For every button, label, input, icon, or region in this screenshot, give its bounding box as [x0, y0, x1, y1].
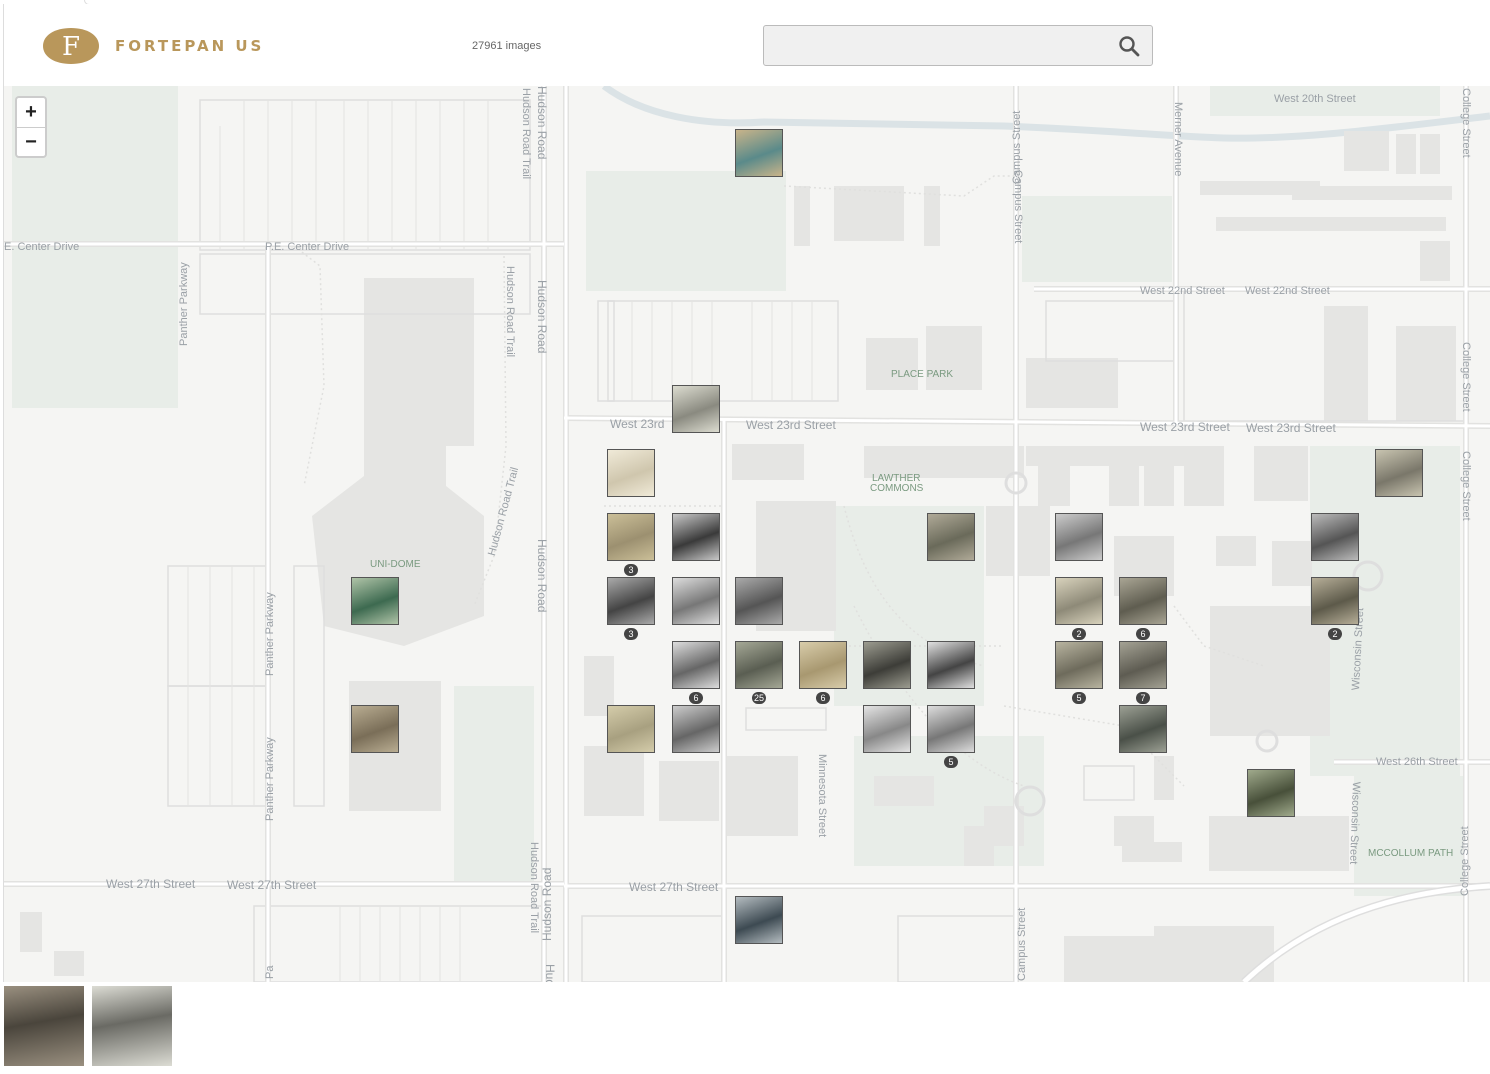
- street-label: West 27th Street: [227, 878, 317, 892]
- search-box[interactable]: [763, 25, 1153, 66]
- zoom-out-button[interactable]: −: [17, 128, 45, 157]
- street-label: P.E. Center Drive: [265, 241, 350, 253]
- photo-marker[interactable]: 7: [1119, 641, 1167, 704]
- photo-count-badge: 3: [624, 564, 638, 576]
- street-label: Panther Parkway: [264, 737, 276, 821]
- photo-marker[interactable]: [1055, 513, 1103, 561]
- photo-marker[interactable]: [735, 129, 783, 177]
- photo-marker[interactable]: 6: [799, 641, 847, 704]
- photo-marker[interactable]: [735, 577, 783, 625]
- photo-marker[interactable]: [863, 705, 911, 753]
- photo-count-badge: 6: [1136, 628, 1150, 640]
- photo-count-badge: 5: [944, 756, 958, 768]
- thumbnail-strip: [4, 986, 172, 1066]
- photo-count-badge: 2: [1328, 628, 1342, 640]
- street-label: College Street: [1460, 88, 1472, 158]
- street-label: E. Center Drive: [4, 241, 80, 253]
- street-label: West 26th Street: [1376, 756, 1458, 768]
- photo-count-badge: 7: [1136, 692, 1150, 704]
- photo-count-badge: 5: [1072, 692, 1086, 704]
- photo-marker[interactable]: 6: [1119, 577, 1167, 640]
- photo-marker[interactable]: [1311, 513, 1359, 561]
- logo-letter: F: [62, 32, 80, 62]
- header: F FORTEPAN US 27961 images: [4, 4, 1490, 86]
- street-label: West 23rd Street: [1246, 421, 1336, 435]
- street-label: West 23rd Street: [746, 418, 836, 432]
- logo-icon: F: [43, 28, 99, 64]
- photo-marker[interactable]: [863, 641, 911, 689]
- street-label: West 27th Street: [629, 880, 719, 894]
- photo-marker[interactable]: 25: [735, 641, 783, 704]
- photo-marker[interactable]: [1247, 769, 1295, 817]
- place-label: COMMONS: [870, 483, 924, 494]
- search-icon[interactable]: [1118, 35, 1140, 57]
- photo-thumbnail[interactable]: [4, 986, 84, 1066]
- street-label: West 22nd Street: [1140, 285, 1225, 297]
- photo-marker[interactable]: 2: [1055, 577, 1103, 640]
- photo-marker[interactable]: 3: [607, 577, 655, 640]
- photo-marker[interactable]: [351, 577, 399, 625]
- photo-marker[interactable]: [672, 385, 720, 433]
- logo[interactable]: F FORTEPAN US: [41, 27, 264, 65]
- street-label: West 23rd Street: [1140, 420, 1230, 434]
- street-label: Hudson Road: [540, 867, 554, 941]
- map[interactable]: West 20th Street E. Center Drive P.E. Ce…: [4, 86, 1490, 982]
- street-label: Panther Parkway: [264, 592, 276, 676]
- photo-marker[interactable]: [351, 705, 399, 753]
- street-label: Hudson Road Trail: [520, 88, 532, 180]
- street-label: Hudson Road: [535, 280, 549, 354]
- app-title: FORTEPAN US: [115, 37, 265, 55]
- photo-marker[interactable]: 3: [607, 513, 655, 576]
- photo-marker[interactable]: [1119, 705, 1167, 753]
- photo-count-badge: 2: [1072, 628, 1086, 640]
- photo-marker[interactable]: [1375, 449, 1423, 497]
- street-label: Panther Parkway: [178, 262, 190, 346]
- place-label: MCCOLLUM PATH: [1368, 848, 1454, 859]
- photo-count-badge: 6: [689, 692, 703, 704]
- photo-marker[interactable]: [607, 705, 655, 753]
- photo-count-badge: 6: [816, 692, 830, 704]
- photo-marker[interactable]: [672, 577, 720, 625]
- street-label: Hudson Road: [535, 86, 549, 160]
- photo-marker[interactable]: [672, 513, 720, 561]
- street-label: College Street: [1460, 451, 1472, 521]
- street-label: Hudson Road: [535, 539, 549, 613]
- street-label: College Street: [1460, 342, 1472, 412]
- street-label: Merner Avenue: [1172, 102, 1184, 177]
- street-label: West 20th Street: [1274, 93, 1356, 105]
- place-label: PLACE PARK: [891, 369, 954, 380]
- street-label: West 23rd: [610, 417, 665, 431]
- photo-marker[interactable]: [735, 896, 783, 944]
- photo-count-badge: 3: [624, 628, 638, 640]
- photo-count-badge: 25: [751, 692, 767, 704]
- street-label: West 22nd Street: [1245, 285, 1330, 297]
- street-label: Campus Street: [1016, 907, 1028, 981]
- place-label: UNI-DOME: [370, 559, 421, 570]
- street-label: West 27th Street: [106, 877, 196, 891]
- map-base: [4, 86, 1490, 982]
- photo-marker[interactable]: 5: [927, 705, 975, 768]
- zoom-control: + −: [15, 96, 47, 158]
- photo-marker[interactable]: [927, 641, 975, 689]
- street-label: Hudson Road Trail: [528, 842, 540, 934]
- photo-marker[interactable]: 6: [672, 641, 720, 704]
- photo-marker[interactable]: [607, 449, 655, 497]
- photo-marker[interactable]: [927, 513, 975, 561]
- street-label: Minnesota Street: [816, 754, 828, 838]
- photo-marker[interactable]: 2: [1311, 577, 1359, 640]
- search-input[interactable]: [764, 26, 1128, 65]
- street-label: Hudson Road Trail: [504, 266, 516, 358]
- zoom-in-button[interactable]: +: [17, 98, 45, 128]
- street-label: Hudson Road: [543, 964, 557, 982]
- photo-marker[interactable]: [672, 705, 720, 753]
- photo-marker[interactable]: 5: [1055, 641, 1103, 704]
- street-label: Campus Street: [1012, 170, 1024, 244]
- street-label: College Street: [1459, 826, 1471, 896]
- street-label: Pa: [264, 965, 276, 979]
- image-count: 27961 images: [472, 40, 542, 52]
- photo-thumbnail[interactable]: [92, 986, 172, 1066]
